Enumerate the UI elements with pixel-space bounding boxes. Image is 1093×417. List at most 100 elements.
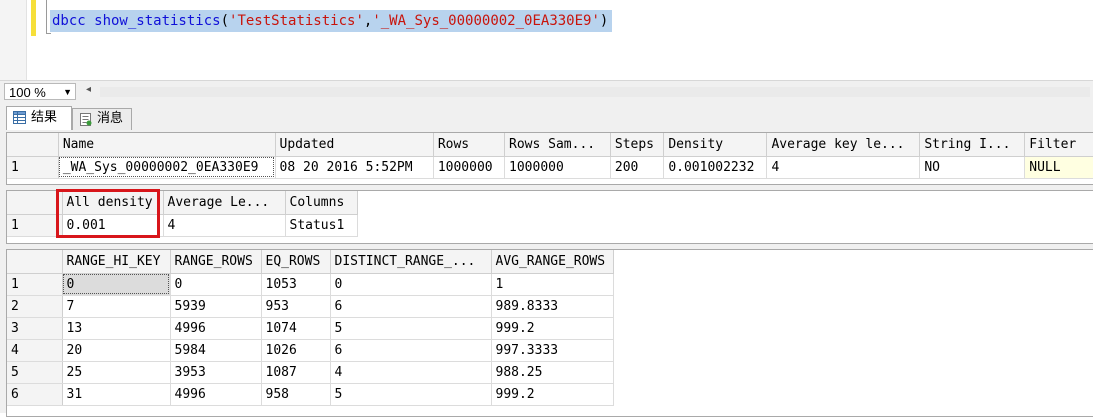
column-header[interactable]: Updated bbox=[275, 133, 434, 157]
table-row: 1 0 0 1053 0 1 bbox=[7, 273, 614, 296]
table-cell-selected[interactable]: 0 bbox=[62, 273, 171, 296]
outline-bracket bbox=[46, 0, 51, 34]
table-cell[interactable]: 5984 bbox=[170, 339, 262, 362]
row-number[interactable]: 1 bbox=[7, 156, 59, 179]
table-cell[interactable]: _WA_Sys_00000002_0EA330E9 bbox=[58, 156, 276, 179]
table-cell[interactable]: 999.2 bbox=[491, 317, 614, 340]
column-header[interactable]: AVG_RANGE_ROWS bbox=[491, 250, 614, 274]
table-cell[interactable]: 997.3333 bbox=[491, 339, 614, 362]
table-cell[interactable]: 4 bbox=[330, 361, 492, 384]
table-cell[interactable]: 25 bbox=[62, 361, 171, 384]
stats-header-grid[interactable]: Name Updated Rows Rows Sam... Steps Dens… bbox=[6, 132, 1093, 185]
row-number-header[interactable] bbox=[7, 191, 63, 215]
column-header[interactable]: RANGE_ROWS bbox=[170, 250, 262, 274]
row-number[interactable]: 5 bbox=[7, 361, 63, 384]
row-number[interactable]: 2 bbox=[7, 295, 63, 318]
column-header[interactable]: Average Le... bbox=[163, 191, 286, 215]
code-arg-table: 'TestStatistics' bbox=[229, 13, 364, 29]
zoom-dropdown[interactable]: 100 % ▼ bbox=[4, 83, 76, 100]
histogram-grid[interactable]: RANGE_HI_KEY RANGE_ROWS EQ_ROWS DISTINCT… bbox=[6, 249, 1093, 417]
code-open-paren: ( bbox=[220, 13, 230, 29]
table-cell[interactable]: 1000000 bbox=[433, 156, 506, 179]
row-number-header[interactable] bbox=[7, 250, 63, 274]
column-header[interactable]: Filter bbox=[1024, 133, 1093, 157]
column-header[interactable]: EQ_ROWS bbox=[261, 250, 331, 274]
table-row: 1 _WA_Sys_00000002_0EA330E9 08 20 2016 5… bbox=[7, 156, 1093, 179]
row-number[interactable]: 1 bbox=[7, 273, 63, 296]
tab-messages[interactable]: 消息 bbox=[72, 108, 132, 130]
table-cell[interactable]: 0.001002232 bbox=[663, 156, 768, 179]
table-row: 6 31 4996 958 5 999.2 bbox=[7, 383, 614, 406]
header-row: RANGE_HI_KEY RANGE_ROWS EQ_ROWS DISTINCT… bbox=[7, 250, 614, 274]
table-cell[interactable]: 0 bbox=[330, 273, 492, 296]
stats-header-table: Name Updated Rows Rows Sam... Steps Dens… bbox=[7, 133, 1093, 179]
column-header[interactable]: DISTINCT_RANGE_... bbox=[330, 250, 492, 274]
row-number-header[interactable] bbox=[7, 133, 59, 157]
grid-icon bbox=[13, 111, 26, 124]
table-cell[interactable]: 988.25 bbox=[491, 361, 614, 384]
row-number[interactable]: 3 bbox=[7, 317, 63, 340]
table-row: 3 13 4996 1074 5 999.2 bbox=[7, 317, 614, 340]
table-cell[interactable]: 0 bbox=[170, 273, 262, 296]
tab-messages-label: 消息 bbox=[97, 111, 124, 126]
column-header[interactable]: Average key le... bbox=[766, 133, 921, 157]
table-cell[interactable]: 6 bbox=[330, 339, 492, 362]
table-cell[interactable]: 13 bbox=[62, 317, 171, 340]
column-header[interactable]: Density bbox=[663, 133, 768, 157]
table-cell[interactable]: 953 bbox=[261, 295, 331, 318]
query-editor[interactable]: dbcc show_statistics('TestStatistics','_… bbox=[0, 0, 1093, 80]
column-header[interactable]: Steps bbox=[610, 133, 665, 157]
table-cell-null[interactable]: NULL bbox=[1024, 156, 1093, 179]
table-cell[interactable]: 5939 bbox=[170, 295, 262, 318]
column-header[interactable]: Rows bbox=[433, 133, 506, 157]
table-cell[interactable]: 1087 bbox=[261, 361, 331, 384]
table-cell[interactable]: 1026 bbox=[261, 339, 331, 362]
row-number[interactable]: 6 bbox=[7, 383, 63, 406]
table-cell[interactable]: 08 20 2016 5:52PM bbox=[275, 156, 434, 179]
tab-results[interactable]: 结果 bbox=[6, 106, 72, 131]
highlight-box bbox=[56, 189, 160, 238]
table-cell[interactable]: 1000000 bbox=[504, 156, 611, 179]
table-cell[interactable]: 1074 bbox=[261, 317, 331, 340]
table-row: 4 20 5984 1026 6 997.3333 bbox=[7, 339, 614, 362]
table-cell[interactable]: 958 bbox=[261, 383, 331, 406]
row-number[interactable]: 4 bbox=[7, 339, 63, 362]
table-cell[interactable]: 3953 bbox=[170, 361, 262, 384]
chevron-down-icon[interactable]: ▼ bbox=[63, 84, 72, 101]
density-vector-grid[interactable]: All density Average Le... Columns 1 0.00… bbox=[6, 190, 1093, 244]
table-cell[interactable]: 5 bbox=[330, 383, 492, 406]
code-close-paren: ) bbox=[599, 13, 609, 29]
table-cell[interactable]: 4996 bbox=[170, 383, 262, 406]
table-cell[interactable]: 5 bbox=[330, 317, 492, 340]
table-cell[interactable]: 4 bbox=[766, 156, 921, 179]
scroll-left-arrow-icon[interactable]: ◂ bbox=[86, 84, 91, 95]
table-cell[interactable]: NO bbox=[919, 156, 1026, 179]
column-header[interactable]: Rows Sam... bbox=[504, 133, 611, 157]
code-arg-statistic: '_WA_Sys_00000002_0EA330E9' bbox=[372, 13, 600, 29]
row-number[interactable]: 1 bbox=[7, 214, 63, 237]
table-cell[interactable]: 6 bbox=[330, 295, 492, 318]
table-cell[interactable]: 989.8333 bbox=[491, 295, 614, 318]
table-cell[interactable]: 1053 bbox=[261, 273, 331, 296]
column-header[interactable]: Name bbox=[58, 133, 276, 157]
table-cell[interactable]: 999.2 bbox=[491, 383, 614, 406]
table-cell[interactable]: 20 bbox=[62, 339, 171, 362]
table-cell[interactable]: 7 bbox=[62, 295, 171, 318]
change-indicator-bar bbox=[31, 0, 36, 36]
table-cell[interactable]: 31 bbox=[62, 383, 171, 406]
column-header[interactable]: String I... bbox=[919, 133, 1026, 157]
histogram-table: RANGE_HI_KEY RANGE_ROWS EQ_ROWS DISTINCT… bbox=[7, 250, 614, 406]
horizontal-scrollbar[interactable] bbox=[100, 87, 1090, 97]
table-cell[interactable]: 4996 bbox=[170, 317, 262, 340]
column-header[interactable]: Columns bbox=[285, 191, 358, 215]
zoom-bar: 100 % ▼ ◂ bbox=[0, 80, 1093, 104]
table-cell[interactable]: Status1 bbox=[285, 214, 358, 237]
column-header[interactable]: RANGE_HI_KEY bbox=[62, 250, 171, 274]
message-icon bbox=[80, 113, 92, 126]
code-line-selected[interactable]: dbcc show_statistics('TestStatistics','_… bbox=[50, 10, 613, 32]
table-cell[interactable]: 200 bbox=[610, 156, 665, 179]
table-cell[interactable]: 4 bbox=[163, 214, 286, 237]
code-keyword: dbcc show_statistics bbox=[52, 13, 221, 29]
editor-gutter bbox=[0, 0, 27, 80]
table-cell[interactable]: 1 bbox=[491, 273, 614, 296]
